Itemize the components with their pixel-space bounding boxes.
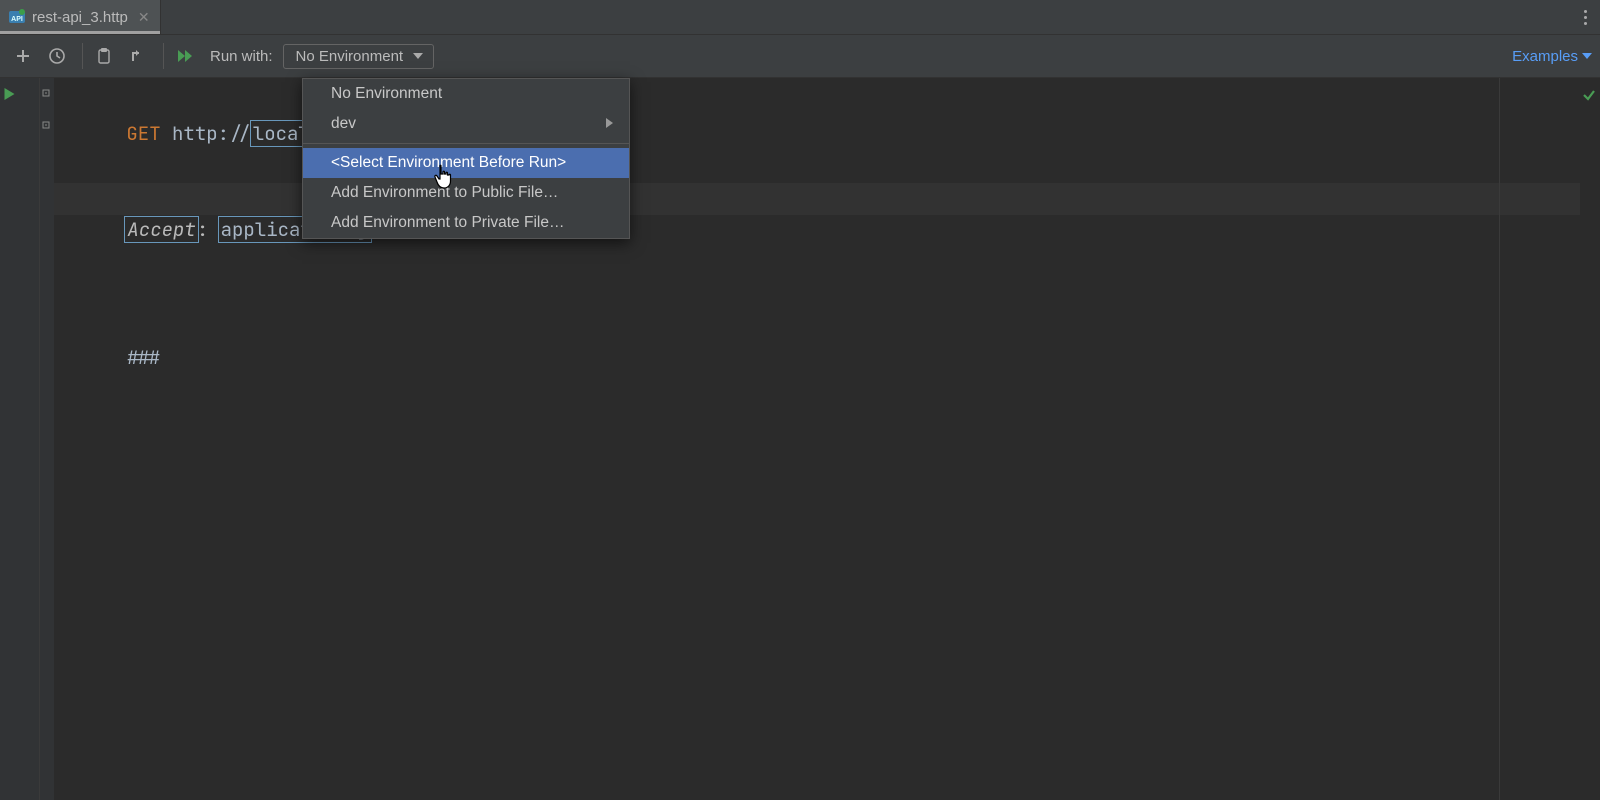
run-all-button[interactable]	[170, 41, 200, 71]
convert-button[interactable]	[123, 41, 153, 71]
run-with-label: Run with:	[210, 48, 273, 65]
examples-link[interactable]: Examples	[1512, 48, 1592, 65]
gutter	[0, 78, 40, 800]
toolbar-separator	[82, 43, 83, 69]
editor-area[interactable]: GET http://localhost: Accept: applicatio…	[0, 78, 1600, 800]
menu-separator	[303, 143, 629, 144]
close-tab-icon[interactable]: ✕	[138, 9, 150, 26]
chevron-down-icon	[413, 53, 423, 59]
http-header-name: Accept	[124, 216, 198, 243]
environment-combo[interactable]: No Environment	[283, 44, 435, 69]
http-method: GET	[126, 121, 160, 146]
http-file-icon: API	[8, 8, 26, 26]
chevron-down-icon	[1582, 53, 1592, 59]
env-option-select-before-run[interactable]: <Select Environment Before Run>	[303, 148, 629, 178]
history-button[interactable]	[42, 41, 72, 71]
http-url-scheme: http://	[172, 121, 252, 146]
environment-selected-value: No Environment	[296, 48, 404, 65]
toolbar-separator	[163, 43, 164, 69]
env-option-add-public[interactable]: Add Environment to Public File…	[303, 178, 629, 208]
menu-item-label: No Environment	[331, 85, 442, 103]
tab-filename: rest-api_3.http	[32, 9, 128, 26]
analysis-ok-icon[interactable]	[1582, 88, 1596, 106]
header-colon: :	[197, 217, 220, 242]
menu-item-label: Add Environment to Private File…	[331, 214, 564, 232]
env-option-add-private[interactable]: Add Environment to Private File…	[303, 208, 629, 238]
menu-item-label: Add Environment to Public File…	[331, 184, 558, 202]
menu-item-label: dev	[331, 115, 356, 133]
env-option-dev[interactable]: dev	[303, 109, 629, 139]
fold-start-icon[interactable]	[41, 88, 51, 101]
run-gutter-icon[interactable]	[3, 87, 16, 105]
examples-label: Examples	[1512, 48, 1578, 65]
menu-item-label: <Select Environment Before Run>	[331, 154, 566, 172]
svg-text:API: API	[11, 16, 23, 23]
analysis-column	[1580, 78, 1600, 800]
chevron-right-icon	[606, 115, 613, 133]
fold-end-icon[interactable]	[41, 120, 51, 133]
tab-bar: API rest-api_3.http ✕	[0, 0, 1600, 35]
fold-column	[40, 78, 54, 800]
env-option-no-environment[interactable]: No Environment	[303, 79, 629, 109]
environment-dropdown-popup: No Environment dev <Select Environment B…	[302, 78, 630, 239]
more-menu-icon[interactable]	[1570, 0, 1600, 34]
paste-button[interactable]	[89, 41, 119, 71]
add-request-button[interactable]	[8, 41, 38, 71]
request-separator: ###	[126, 345, 160, 370]
toolbar: Run with: No Environment Examples	[0, 35, 1600, 78]
editor-tab[interactable]: API rest-api_3.http ✕	[0, 0, 161, 34]
code-content[interactable]: GET http://localhost: Accept: applicatio…	[54, 78, 1580, 800]
